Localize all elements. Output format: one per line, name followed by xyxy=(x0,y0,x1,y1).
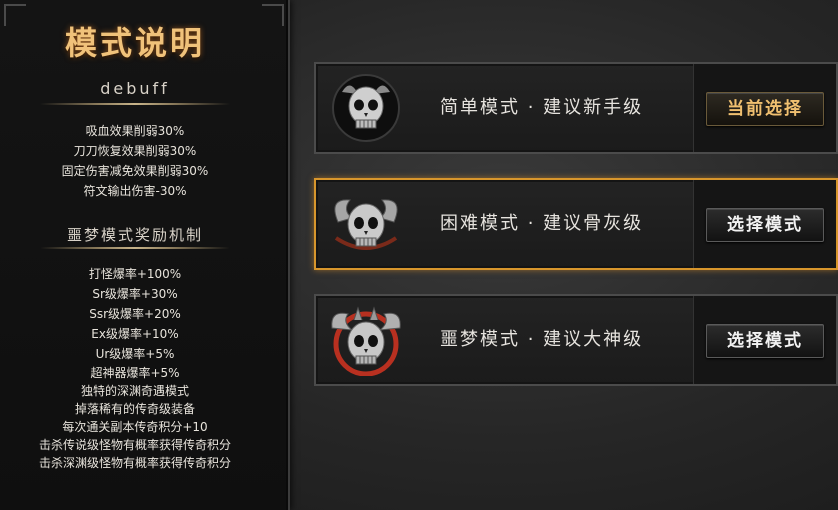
list-item: Ex级爆率+10% xyxy=(91,327,179,341)
list-item: 独特的深渊奇遇模式 xyxy=(80,384,189,398)
list-item: 每次通关副本传奇积分+10 xyxy=(62,420,208,434)
reward-heading: 噩梦模式奖励机制 xyxy=(66,226,203,244)
skull-horned-icon xyxy=(334,199,398,250)
list-item: 固定伤害减免效果削弱30% xyxy=(61,164,209,178)
list-item: Sr级爆率+30% xyxy=(92,287,178,301)
mode-label: 简单模式 · 建议新手级 xyxy=(440,97,644,118)
button-area: 选择模式 xyxy=(693,180,836,268)
skull-easy-icon xyxy=(332,74,400,142)
mode-label: 噩梦模式 · 建议大神级 xyxy=(440,329,644,350)
mode-description-panel: 模式说明 debuff 吸血效果削弱30% 刀刀恢复效果削弱30% 固定伤害减免… xyxy=(0,0,290,510)
reward-list: 打怪爆率+100% Sr级爆率+30% Ssr级爆率+20% Ex级爆率+10%… xyxy=(0,264,270,472)
mode-card-hard[interactable]: 困难模式 · 建议骨灰级 选择模式 xyxy=(314,178,838,270)
list-item: 击杀传说级怪物有概率获得传奇积分 xyxy=(38,438,231,452)
debuff-list: 吸血效果削弱30% 刀刀恢复效果削弱30% 固定伤害减免效果削弱30% 符文输出… xyxy=(0,121,270,201)
list-item: Ur级爆率+5% xyxy=(95,347,175,361)
list-item: 符文输出伤害-30% xyxy=(83,184,187,198)
list-item: 刀刀恢复效果削弱30% xyxy=(73,144,197,158)
button-area: 选择模式 xyxy=(693,296,836,384)
divider xyxy=(40,247,230,249)
current-selection-button[interactable]: 当前选择 xyxy=(706,92,824,126)
list-item: 打怪爆率+100% xyxy=(88,267,182,281)
panel-title: 模式说明 xyxy=(64,24,205,62)
divider xyxy=(40,103,230,105)
skull-nightmare-icon xyxy=(331,306,401,376)
debuff-heading: debuff xyxy=(100,79,170,98)
list-item: 吸血效果削弱30% xyxy=(85,124,185,138)
mode-card-nightmare[interactable]: 噩梦模式 · 建议大神级 选择模式 xyxy=(314,294,838,386)
list-item: Ssr级爆率+20% xyxy=(89,307,181,321)
select-mode-button[interactable]: 选择模式 xyxy=(706,324,824,358)
mode-card-easy[interactable]: 简单模式 · 建议新手级 当前选择 xyxy=(314,62,838,154)
list-item: 掉落稀有的传奇级装备 xyxy=(74,402,195,416)
mode-label: 困难模式 · 建议骨灰级 xyxy=(440,213,644,234)
list-item: 击杀深渊级怪物有概率获得传奇积分 xyxy=(38,456,231,470)
select-mode-button[interactable]: 选择模式 xyxy=(706,208,824,242)
button-area: 当前选择 xyxy=(693,64,836,152)
list-item: 超神器爆率+5% xyxy=(90,366,180,380)
